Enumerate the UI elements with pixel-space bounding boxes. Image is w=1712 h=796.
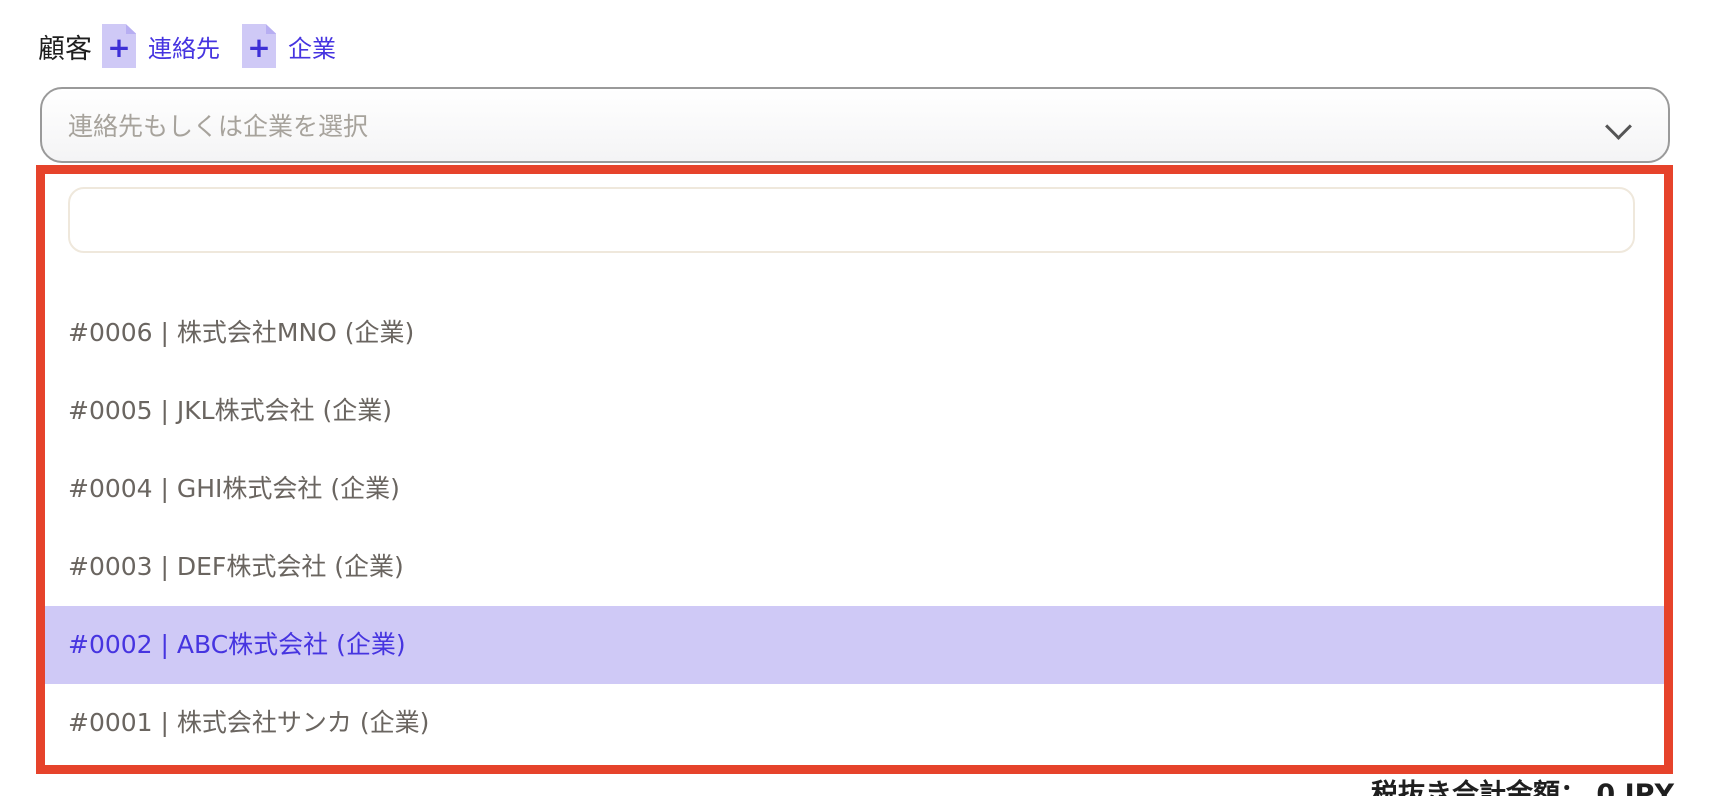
add-contact-link[interactable]: + 連絡先 (102, 24, 220, 68)
total-value: 0 (1596, 779, 1616, 796)
dropdown-option[interactable]: #0006 | 株式会社MNO (企業) (45, 294, 1664, 372)
add-company-label: 企業 (288, 34, 336, 63)
customer-label: 顧客 (38, 33, 92, 65)
option-list: #0006 | 株式会社MNO (企業) #0005 | JKL株式会社 (企業)… (45, 294, 1664, 762)
customer-select[interactable]: 連絡先もしくは企業を選択 (40, 87, 1670, 163)
chevron-down-icon[interactable] (1605, 113, 1632, 140)
dropdown-option[interactable]: #0001 | 株式会社サンカ (企業) (45, 684, 1664, 762)
total-amount: 税抜き合計金額： 0 JPY (1371, 772, 1674, 796)
total-currency: JPY (1624, 779, 1674, 796)
add-company-link[interactable]: + 企業 (242, 24, 336, 68)
dropdown-option[interactable]: #0005 | JKL株式会社 (企業) (45, 372, 1664, 450)
customer-select-panel: 顧客 + 連絡先 + 企業 連絡先もしくは企業を選択 #0006 | 株式会社M… (0, 0, 1712, 796)
select-placeholder: 連絡先もしくは企業を選択 (68, 112, 369, 141)
dropdown-option[interactable]: #0003 | DEF株式会社 (企業) (45, 528, 1664, 606)
total-label: 税抜き合計金額： (1371, 779, 1587, 796)
plus-document-icon: + (102, 24, 136, 68)
dropdown-option[interactable]: #0004 | GHI株式会社 (企業) (45, 450, 1664, 528)
customer-dropdown: #0006 | 株式会社MNO (企業) #0005 | JKL株式会社 (企業)… (36, 165, 1673, 774)
dropdown-search-input[interactable] (68, 187, 1635, 253)
customer-header: 顧客 + 連絡先 + 企業 (38, 22, 358, 70)
plus-document-icon: + (242, 24, 276, 68)
add-contact-label: 連絡先 (148, 34, 220, 63)
dropdown-option-selected[interactable]: #0002 | ABC株式会社 (企業) (45, 606, 1664, 684)
